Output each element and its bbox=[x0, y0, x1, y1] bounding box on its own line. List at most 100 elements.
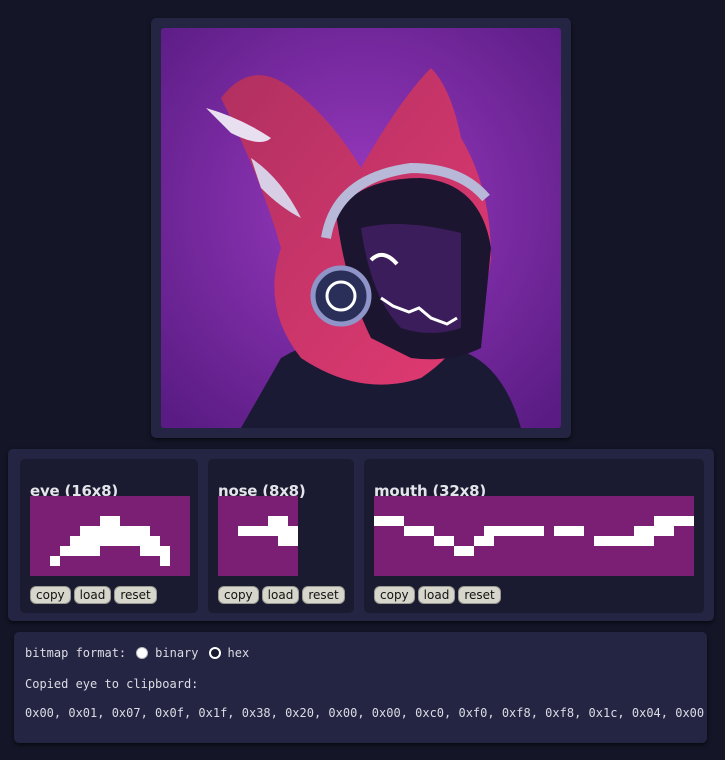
mouth-pixel[interactable] bbox=[644, 546, 654, 556]
mouth-pixel[interactable] bbox=[674, 526, 684, 536]
mouth-pixel[interactable] bbox=[424, 556, 434, 566]
mouth-pixel[interactable] bbox=[454, 516, 464, 526]
mouth-pixel[interactable] bbox=[394, 496, 404, 506]
mouth-pixel[interactable] bbox=[484, 546, 494, 556]
nose-pixel[interactable] bbox=[248, 536, 258, 546]
mouth-pixel[interactable] bbox=[524, 536, 534, 546]
mouth-pixel[interactable] bbox=[504, 566, 514, 576]
eye-pixel[interactable] bbox=[60, 536, 70, 546]
eye-pixel[interactable] bbox=[50, 546, 60, 556]
mouth-pixel[interactable] bbox=[654, 526, 664, 536]
mouth-pixel[interactable] bbox=[594, 556, 604, 566]
mouth-pixel[interactable] bbox=[404, 496, 414, 506]
mouth-pixel[interactable] bbox=[394, 536, 404, 546]
nose-pixel[interactable] bbox=[228, 536, 238, 546]
eye-pixel[interactable] bbox=[50, 526, 60, 536]
nose-pixel[interactable] bbox=[218, 566, 228, 576]
eye-pixel[interactable] bbox=[50, 566, 60, 576]
eye-pixel[interactable] bbox=[130, 566, 140, 576]
mouth-pixel[interactable] bbox=[474, 526, 484, 536]
mouth-pixel[interactable] bbox=[644, 516, 654, 526]
mouth-pixel[interactable] bbox=[464, 516, 474, 526]
mouth-pixel[interactable] bbox=[434, 536, 444, 546]
nose-pixel[interactable] bbox=[238, 506, 248, 516]
eye-pixel[interactable] bbox=[180, 496, 190, 506]
eye-pixel[interactable] bbox=[80, 546, 90, 556]
mouth-pixel[interactable] bbox=[534, 566, 544, 576]
eye-pixel[interactable] bbox=[40, 506, 50, 516]
mouth-pixel[interactable] bbox=[684, 546, 694, 556]
nose-pixel[interactable] bbox=[268, 496, 278, 506]
mouth-pixel[interactable] bbox=[614, 546, 624, 556]
eye-pixel[interactable] bbox=[100, 516, 110, 526]
mouth-pixel[interactable] bbox=[564, 506, 574, 516]
eye-pixel[interactable] bbox=[170, 556, 180, 566]
mouth-pixel[interactable] bbox=[424, 536, 434, 546]
mouth-pixel[interactable] bbox=[674, 556, 684, 566]
mouth-pixel[interactable] bbox=[434, 496, 444, 506]
mouth-pixel[interactable] bbox=[504, 526, 514, 536]
mouth-pixel[interactable] bbox=[584, 526, 594, 536]
mouth-pixel[interactable] bbox=[484, 556, 494, 566]
mouth-pixel[interactable] bbox=[664, 506, 674, 516]
mouth-pixel[interactable] bbox=[634, 506, 644, 516]
nose-pixel[interactable] bbox=[228, 496, 238, 506]
eye-pixel[interactable] bbox=[180, 566, 190, 576]
eye-pixel[interactable] bbox=[70, 496, 80, 506]
eye-pixel[interactable] bbox=[160, 516, 170, 526]
nose-pixel[interactable] bbox=[248, 506, 258, 516]
mouth-pixel[interactable] bbox=[624, 496, 634, 506]
mouth-pixel[interactable] bbox=[424, 516, 434, 526]
eye-pixel[interactable] bbox=[180, 506, 190, 516]
nose-bitmap-grid[interactable] bbox=[218, 496, 298, 576]
eye-pixel[interactable] bbox=[30, 546, 40, 556]
eye-pixel[interactable] bbox=[40, 516, 50, 526]
mouth-pixel[interactable] bbox=[404, 516, 414, 526]
mouth-pixel[interactable] bbox=[404, 566, 414, 576]
mouth-pixel[interactable] bbox=[534, 536, 544, 546]
mouth-pixel[interactable] bbox=[554, 506, 564, 516]
eye-pixel[interactable] bbox=[100, 546, 110, 556]
nose-pixel[interactable] bbox=[278, 506, 288, 516]
mouth-pixel[interactable] bbox=[574, 506, 584, 516]
nose-pixel[interactable] bbox=[218, 516, 228, 526]
mouth-pixel[interactable] bbox=[674, 536, 684, 546]
mouth-pixel[interactable] bbox=[664, 536, 674, 546]
mouth-pixel[interactable] bbox=[484, 536, 494, 546]
mouth-pixel[interactable] bbox=[544, 546, 554, 556]
eye-pixel[interactable] bbox=[170, 546, 180, 556]
mouth-pixel[interactable] bbox=[544, 566, 554, 576]
nose-pixel[interactable] bbox=[288, 556, 298, 566]
mouth-pixel[interactable] bbox=[494, 526, 504, 536]
mouth-pixel[interactable] bbox=[564, 536, 574, 546]
nose-pixel[interactable] bbox=[288, 506, 298, 516]
eye-pixel[interactable] bbox=[180, 516, 190, 526]
mouth-pixel[interactable] bbox=[514, 536, 524, 546]
eye-pixel[interactable] bbox=[150, 516, 160, 526]
eye-pixel[interactable] bbox=[40, 546, 50, 556]
eye-pixel[interactable] bbox=[40, 496, 50, 506]
mouth-pixel[interactable] bbox=[544, 516, 554, 526]
mouth-pixel[interactable] bbox=[594, 536, 604, 546]
eye-pixel[interactable] bbox=[30, 516, 40, 526]
eye-copy-button[interactable]: copy bbox=[30, 586, 71, 604]
nose-pixel[interactable] bbox=[228, 566, 238, 576]
mouth-pixel[interactable] bbox=[584, 566, 594, 576]
mouth-pixel[interactable] bbox=[594, 516, 604, 526]
eye-pixel[interactable] bbox=[90, 566, 100, 576]
mouth-pixel[interactable] bbox=[404, 506, 414, 516]
nose-pixel[interactable] bbox=[258, 556, 268, 566]
mouth-pixel[interactable] bbox=[684, 506, 694, 516]
binary-radio-label[interactable]: binary bbox=[155, 646, 198, 660]
mouth-pixel[interactable] bbox=[654, 516, 664, 526]
mouth-pixel[interactable] bbox=[634, 566, 644, 576]
eye-pixel[interactable] bbox=[120, 536, 130, 546]
eye-pixel[interactable] bbox=[130, 516, 140, 526]
eye-bitmap-grid[interactable] bbox=[30, 496, 190, 576]
mouth-pixel[interactable] bbox=[474, 536, 484, 546]
mouth-pixel[interactable] bbox=[644, 526, 654, 536]
nose-pixel[interactable] bbox=[278, 546, 288, 556]
mouth-pixel[interactable] bbox=[424, 506, 434, 516]
mouth-pixel[interactable] bbox=[644, 536, 654, 546]
mouth-pixel[interactable] bbox=[534, 496, 544, 506]
